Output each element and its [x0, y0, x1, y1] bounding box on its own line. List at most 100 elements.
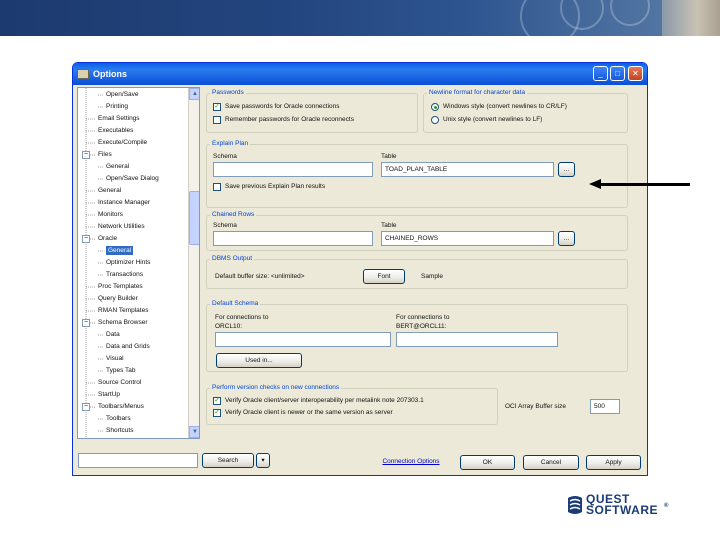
tree-item[interactable]: Transactions [106, 270, 143, 279]
minimize-button[interactable]: _ [593, 66, 608, 81]
conn2-schema-field[interactable] [396, 332, 558, 347]
apply-button[interactable]: Apply [586, 455, 641, 470]
tree-item[interactable]: Schema Browser [98, 318, 148, 327]
tree-item[interactable]: RMAN Templates [98, 306, 148, 315]
collapse-toggle-icon[interactable]: − [82, 151, 90, 159]
tree-item[interactable]: Data and Grids [106, 342, 150, 351]
logo-text-software: SOFTWARE [586, 503, 658, 517]
quest-logo-icon [568, 496, 582, 514]
font-button[interactable]: Font [363, 269, 405, 284]
save-explain-checkbox[interactable] [213, 183, 221, 191]
newline-group [423, 93, 628, 133]
tree-item[interactable]: Toolbars/Menus [98, 402, 144, 411]
conn2-name: BERT@ORCL11: [396, 323, 447, 330]
version-check-group [206, 388, 498, 425]
quest-software-logo: QUEST SOFTWARE ® [566, 492, 686, 520]
chained-schema-dropdown[interactable] [213, 231, 373, 246]
decorative-circle [610, 0, 650, 26]
scroll-thumb[interactable] [189, 191, 199, 245]
dbms-output-group-label: DBMS Output [210, 255, 255, 262]
ok-button[interactable]: OK [460, 455, 515, 470]
tree-item[interactable]: Printing [106, 102, 128, 111]
tree-item[interactable]: Executables [98, 126, 133, 135]
logo-registered-mark: ® [664, 503, 669, 509]
explain-table-label: Table [381, 153, 397, 160]
scroll-up-icon[interactable]: ▲ [189, 88, 199, 100]
tree-item[interactable]: Toolbars [106, 414, 131, 423]
verify-interop-checkbox[interactable]: ✓ [213, 397, 221, 405]
explain-schema-dropdown[interactable] [213, 162, 373, 177]
tree-scrollbar[interactable]: ▲ ▼ [188, 88, 199, 438]
tree-item[interactable]: Shortcuts [106, 426, 133, 435]
tree-item[interactable]: Optimizer Hints [106, 258, 150, 267]
search-options-button[interactable]: ▾ [256, 453, 270, 468]
tree-item[interactable]: Open/Save [106, 90, 139, 99]
chained-table-input[interactable]: CHAINED_ROWS [381, 231, 554, 246]
tree-item[interactable]: Email Settings [98, 114, 140, 123]
explain-table-input[interactable]: TOAD_PLAN_TABLE [381, 162, 554, 177]
used-in-button[interactable]: Used in... [216, 353, 302, 368]
conn1-name: ORCL10: [215, 323, 243, 330]
verify-client-label: Verify Oracle client is newer or the sam… [225, 409, 393, 416]
slide: Options _ □ ✕ Open/Save Printing Email Set… [0, 0, 720, 540]
window-title: Options [93, 69, 127, 79]
unix-style-radio[interactable] [431, 116, 439, 124]
save-passwords-checkbox[interactable]: ✓ [213, 103, 221, 111]
tree-item[interactable]: StartUp [98, 390, 120, 399]
save-passwords-label: Save passwords for Oracle connections [225, 103, 340, 110]
remember-passwords-checkbox[interactable] [213, 116, 221, 124]
tree-item[interactable]: Execute/Compile [98, 138, 147, 147]
oci-buffer-input[interactable]: 500 [590, 399, 620, 414]
tree-item[interactable]: Monitors [98, 210, 123, 219]
chained-table-label: Table [381, 222, 397, 229]
connection-options-link[interactable]: Connection Options [375, 455, 447, 470]
dialog-button-bar: Search ▾ Connection Options OK Cancel Ap… [73, 451, 647, 475]
default-schema-group-label: Default Schema [210, 300, 261, 307]
tree-item[interactable]: General [106, 162, 129, 171]
conn1-label: For connections to [215, 314, 269, 321]
tree-item[interactable]: Variables [98, 438, 125, 439]
header-banner [0, 0, 720, 36]
pointer-arrow-shaft [598, 183, 690, 186]
save-explain-label: Save previous Explain Plan results [225, 183, 326, 190]
tree-item[interactable]: Types Tab [106, 366, 136, 375]
tree-item[interactable]: Visual [106, 354, 124, 363]
cancel-button[interactable]: Cancel [523, 455, 579, 470]
tree-item[interactable]: Oracle [98, 234, 117, 243]
tree-item[interactable]: Open/Save Dialog [106, 174, 159, 183]
conn1-schema-field[interactable] [215, 332, 391, 347]
unix-style-label: Unix style (convert newlines to LF) [443, 116, 543, 123]
tree-item[interactable]: Data [106, 330, 120, 339]
tree-item[interactable]: Instance Manager [98, 198, 150, 207]
passwords-group [206, 93, 418, 133]
options-tree[interactable]: Open/Save Printing Email Settings Executabl… [77, 87, 200, 439]
search-button[interactable]: Search [202, 453, 254, 468]
verify-client-checkbox[interactable]: ✓ [213, 409, 221, 417]
font-sample-text: Sample [421, 273, 444, 280]
tree-item[interactable]: General [98, 186, 121, 195]
tree-item[interactable]: Query Builder [98, 294, 138, 303]
windows-style-radio[interactable] [431, 103, 439, 111]
tree-item[interactable]: Source Control [98, 378, 141, 387]
search-input[interactable] [78, 453, 198, 468]
collapse-toggle-icon[interactable]: − [82, 235, 90, 243]
tree-item[interactable]: Network Utilities [98, 222, 145, 231]
tree-item[interactable]: Proc Templates [98, 282, 143, 291]
settings-panel: Passwords ✓ Save passwords for Oracle co… [203, 87, 646, 439]
maximize-button[interactable]: □ [610, 66, 625, 81]
collapse-toggle-icon[interactable]: − [82, 319, 90, 327]
buffer-size-label: Default buffer size: <unlimited> [215, 273, 305, 280]
title-bar[interactable]: Options [73, 63, 647, 85]
close-button[interactable]: ✕ [628, 66, 643, 81]
conn2-label: For connections to [396, 314, 450, 321]
pointer-arrow-icon [589, 179, 601, 189]
tree-item[interactable]: Files [98, 150, 112, 159]
scroll-down-icon[interactable]: ▼ [189, 426, 199, 438]
chevron-down-icon: ▾ [261, 457, 265, 464]
options-window: Options _ □ ✕ Open/Save Printing Email Set… [72, 62, 648, 476]
chained-table-browse-button[interactable]: ... [558, 231, 575, 246]
explain-table-browse-button[interactable]: ... [558, 162, 575, 177]
passwords-group-label: Passwords [210, 89, 246, 96]
collapse-toggle-icon[interactable]: − [82, 403, 90, 411]
tree-item[interactable]: General [106, 246, 134, 255]
